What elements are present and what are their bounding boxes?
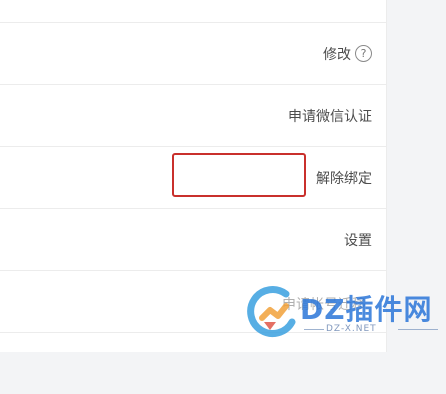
watermark-brand: DZ插件网 — [300, 293, 433, 326]
watermark-line-left — [304, 329, 324, 330]
unbind-label: 解除绑定 — [316, 170, 372, 187]
unbind-link[interactable]: 解除绑定 — [316, 168, 372, 188]
apply-wechat-verification-link[interactable]: 申请微信认证 — [288, 106, 372, 126]
apply-wechat-verification-label: 申请微信认证 — [288, 108, 372, 125]
watermark: DZ插件网 DZ-X.NET — [246, 282, 442, 346]
redaction-highlight-box — [172, 153, 306, 197]
modify-link[interactable]: 修改 ? — [323, 44, 372, 64]
settings-row-setup: 设置 — [0, 208, 386, 270]
settings-row-modify: 修改 ? — [0, 22, 386, 84]
watermark-line-right — [398, 329, 438, 330]
dz-logo-icon — [247, 286, 296, 337]
settings-row-wechat-verify: 申请微信认证 — [0, 84, 386, 146]
modify-label: 修改 — [323, 46, 351, 63]
watermark-domain: DZ-X.NET — [326, 324, 377, 334]
question-circle-icon[interactable]: ? — [355, 45, 372, 62]
setup-link[interactable]: 设置 — [344, 230, 372, 250]
settings-row-top — [0, 0, 386, 22]
setup-label: 设置 — [344, 232, 372, 249]
